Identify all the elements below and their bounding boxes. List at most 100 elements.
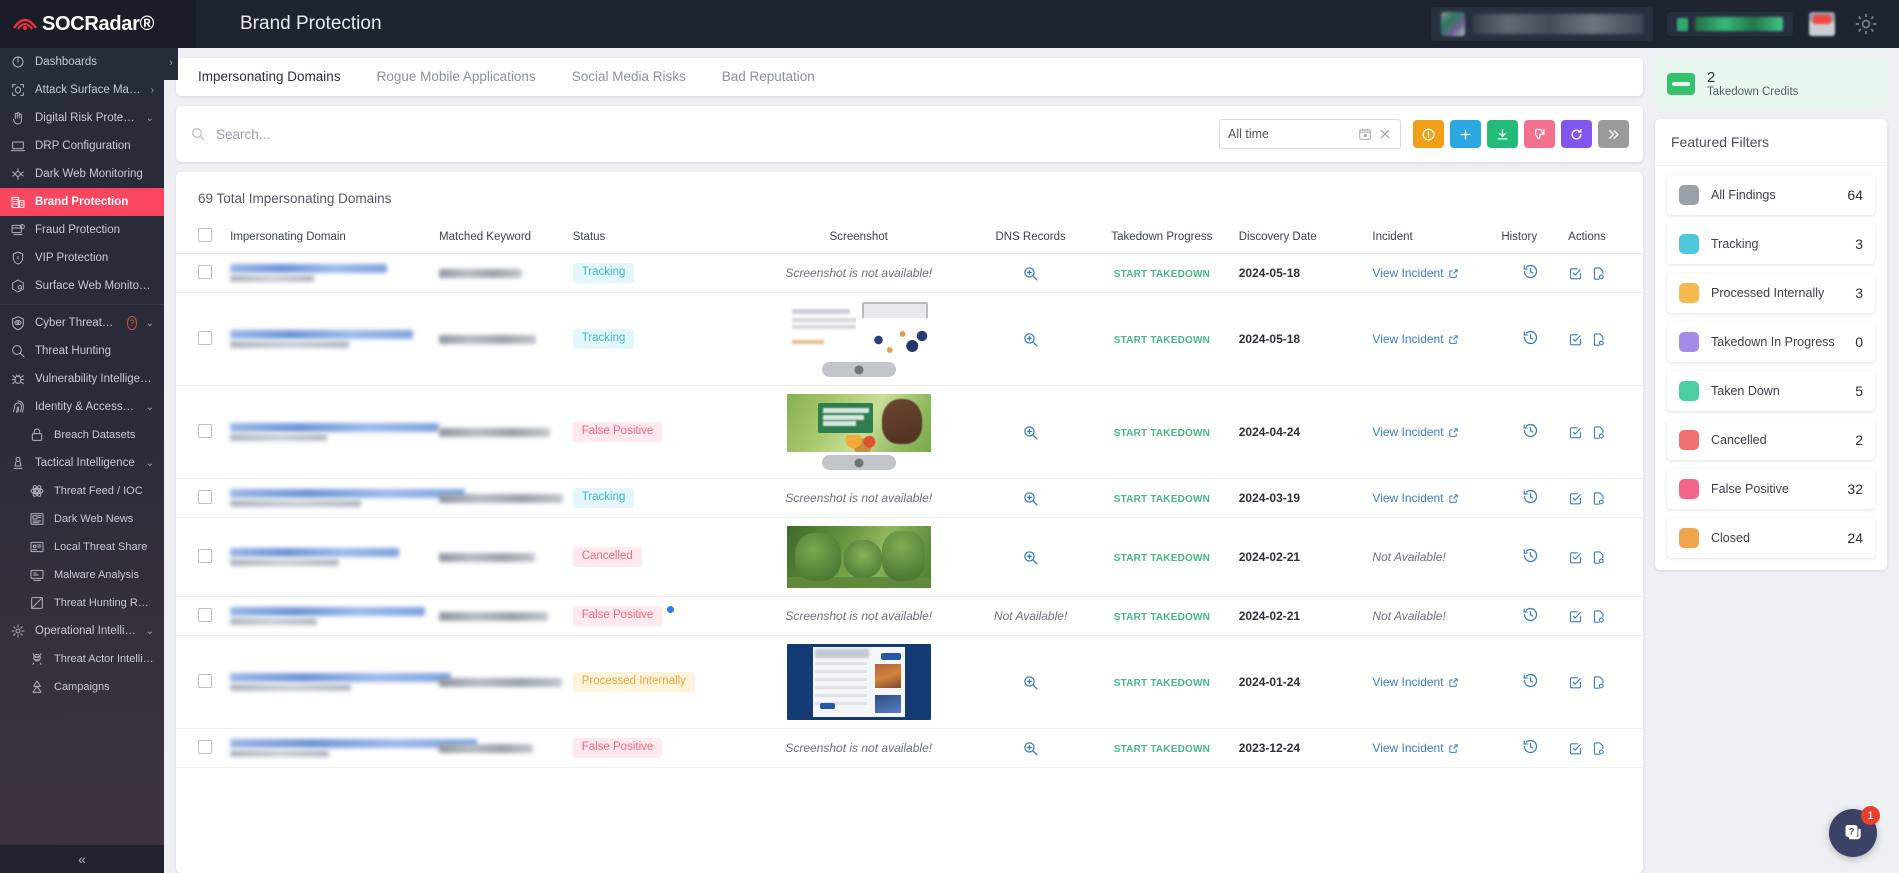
table-row[interactable]: Tracking START TAKEDOWN 2024-05-18 View Inc… bbox=[176, 292, 1643, 386]
status-badge[interactable]: Tracking bbox=[572, 488, 635, 508]
cell-impersonating-domain[interactable] bbox=[226, 635, 452, 729]
sidebar-item-operational-intelligence[interactable]: Operational Intelligence ⌄ bbox=[0, 617, 164, 645]
tab-rogue-mobile-applications[interactable]: Rogue Mobile Applications bbox=[359, 58, 554, 96]
start-takedown-button[interactable]: START TAKEDOWN bbox=[1114, 494, 1210, 505]
view-incident-link[interactable]: View Incident bbox=[1372, 332, 1458, 346]
calendar-icon[interactable] bbox=[1358, 127, 1372, 141]
sidebar-item-dashboards[interactable]: Dashboards bbox=[0, 48, 164, 76]
sidebar-item-drp-configuration[interactable]: DRP Configuration bbox=[0, 132, 164, 160]
row-checkbox[interactable] bbox=[198, 739, 212, 754]
report-icon[interactable] bbox=[1591, 332, 1606, 347]
start-takedown-button[interactable]: START TAKEDOWN bbox=[1114, 744, 1210, 755]
featured-filter-processed-internally[interactable]: Processed Internally 3 bbox=[1667, 273, 1875, 314]
column-history[interactable]: History bbox=[1497, 220, 1565, 254]
tab-bad-reputation[interactable]: Bad Reputation bbox=[704, 58, 833, 96]
featured-filter-closed[interactable]: Closed 24 bbox=[1667, 518, 1875, 559]
featured-filter-takedown-in-progress[interactable]: Takedown In Progress 0 bbox=[1667, 322, 1875, 363]
screenshot-thumbnail[interactable] bbox=[786, 644, 931, 720]
row-checkbox[interactable] bbox=[198, 607, 212, 622]
sidebar-item-brand-protection[interactable]: Brand Protection bbox=[0, 188, 164, 216]
help-chat-button[interactable]: ? 1 bbox=[1829, 806, 1880, 857]
screenshot-slider[interactable] bbox=[821, 455, 896, 470]
report-icon[interactable] bbox=[1591, 550, 1606, 565]
sidebar-item-vulnerability-intelligence[interactable]: Vulnerability Intelligence bbox=[0, 365, 164, 393]
table-row[interactable]: Cancelled START TAKEDOWN 2024-02-21 Not Ava… bbox=[176, 517, 1643, 597]
column-discovery-date[interactable]: Discovery Date bbox=[1234, 220, 1369, 254]
history-icon[interactable] bbox=[1522, 488, 1539, 505]
download-button[interactable] bbox=[1487, 120, 1518, 148]
row-checkbox[interactable] bbox=[198, 423, 212, 438]
row-checkbox[interactable] bbox=[198, 548, 212, 563]
view-incident-link[interactable]: View Incident bbox=[1372, 266, 1458, 280]
status-badge[interactable]: False Positive bbox=[572, 422, 663, 442]
cell-impersonating-domain[interactable] bbox=[226, 728, 478, 768]
status-badge[interactable]: False Positive bbox=[572, 606, 663, 626]
sidebar-item-threat-feed-ioc[interactable]: Threat Feed / IOC bbox=[0, 477, 164, 505]
screenshot-thumbnail[interactable] bbox=[786, 301, 931, 359]
report-icon[interactable] bbox=[1591, 491, 1606, 506]
license-status[interactable] bbox=[1667, 12, 1793, 36]
edit-status-icon[interactable] bbox=[1568, 332, 1583, 347]
magnify-icon[interactable] bbox=[1022, 265, 1039, 282]
history-icon[interactable] bbox=[1522, 329, 1539, 346]
table-row[interactable]: Tracking Screenshot is not available! STAR… bbox=[176, 253, 1643, 293]
status-badge[interactable]: Cancelled bbox=[572, 547, 642, 567]
chevron-icon[interactable]: ⌄ bbox=[146, 402, 154, 413]
sidebar-item-breach-datasets[interactable]: Breach Datasets bbox=[0, 421, 164, 449]
start-takedown-button[interactable]: START TAKEDOWN bbox=[1114, 335, 1210, 346]
reports-button[interactable] bbox=[1807, 10, 1837, 38]
false-positive-button[interactable] bbox=[1524, 120, 1555, 148]
cell-impersonating-domain[interactable] bbox=[226, 385, 440, 479]
date-range-picker[interactable]: All time bbox=[1219, 119, 1401, 149]
sidebar-item-dark-web-news[interactable]: Dark Web News bbox=[0, 505, 164, 533]
edit-status-icon[interactable] bbox=[1568, 675, 1583, 690]
edit-status-icon[interactable] bbox=[1568, 550, 1583, 565]
featured-filter-false-positive[interactable]: False Positive 32 bbox=[1667, 469, 1875, 510]
sidebar-item-digital-risk-protection[interactable]: Digital Risk Protection ⌄ bbox=[0, 104, 164, 132]
status-badge[interactable]: Processed Internally bbox=[572, 672, 695, 692]
history-icon[interactable] bbox=[1522, 672, 1539, 689]
table-row[interactable]: Tracking Screenshot is not available! STAR… bbox=[176, 478, 1643, 518]
featured-filter-cancelled[interactable]: Cancelled 2 bbox=[1667, 420, 1875, 461]
column-dns-records[interactable]: DNS Records bbox=[972, 220, 1090, 254]
featured-filter-tracking[interactable]: Tracking 3 bbox=[1667, 224, 1875, 265]
sidebar-item-dark-web-monitoring[interactable]: Dark Web Monitoring bbox=[0, 160, 164, 188]
brand-logo[interactable]: SOCRadar ® bbox=[0, 0, 196, 48]
magnify-icon[interactable] bbox=[1022, 490, 1039, 507]
chevron-icon[interactable]: ⌄ bbox=[146, 458, 154, 469]
report-icon[interactable] bbox=[1591, 675, 1606, 690]
screenshot-thumbnail[interactable] bbox=[786, 394, 931, 452]
status-badge[interactable]: Tracking bbox=[572, 329, 635, 349]
history-icon[interactable] bbox=[1522, 422, 1539, 439]
add-button[interactable] bbox=[1450, 120, 1481, 148]
magnify-icon[interactable] bbox=[1022, 549, 1039, 566]
row-checkbox[interactable] bbox=[198, 489, 212, 504]
history-icon[interactable] bbox=[1522, 606, 1539, 623]
report-icon[interactable] bbox=[1591, 266, 1606, 281]
edit-status-icon[interactable] bbox=[1568, 425, 1583, 440]
clear-date-icon[interactable] bbox=[1378, 127, 1392, 141]
magnify-icon[interactable] bbox=[1022, 740, 1039, 757]
report-icon[interactable] bbox=[1591, 609, 1606, 624]
screenshot-slider[interactable] bbox=[821, 362, 896, 377]
start-takedown-button[interactable]: START TAKEDOWN bbox=[1114, 428, 1210, 439]
edit-status-icon[interactable] bbox=[1568, 491, 1583, 506]
magnify-icon[interactable] bbox=[1022, 674, 1039, 691]
cell-impersonating-domain[interactable] bbox=[226, 292, 435, 386]
tab-impersonating-domains[interactable]: Impersonating Domains bbox=[180, 58, 359, 96]
sidebar-item-threat-actor-intelligence[interactable]: Threat Actor Intelligence bbox=[0, 645, 164, 673]
history-icon[interactable] bbox=[1522, 738, 1539, 755]
magnify-icon[interactable] bbox=[1022, 424, 1039, 441]
screenshot-thumbnail[interactable] bbox=[786, 526, 931, 588]
history-icon[interactable] bbox=[1522, 547, 1539, 564]
start-takedown-button[interactable]: START TAKEDOWN bbox=[1114, 269, 1210, 280]
refresh-button[interactable] bbox=[1561, 120, 1592, 148]
tab-social-media-risks[interactable]: Social Media Risks bbox=[554, 58, 704, 96]
row-checkbox[interactable] bbox=[198, 264, 212, 279]
chevron-icon[interactable]: ⌄ bbox=[146, 318, 154, 329]
more-button[interactable] bbox=[1598, 120, 1629, 148]
sidebar-item-campaigns[interactable]: Campaigns bbox=[0, 673, 164, 701]
cell-impersonating-domain[interactable] bbox=[226, 478, 466, 518]
chevron-icon[interactable]: ⌄ bbox=[146, 626, 154, 637]
sidebar-item-malware-analysis[interactable]: Malware Analysis bbox=[0, 561, 164, 589]
